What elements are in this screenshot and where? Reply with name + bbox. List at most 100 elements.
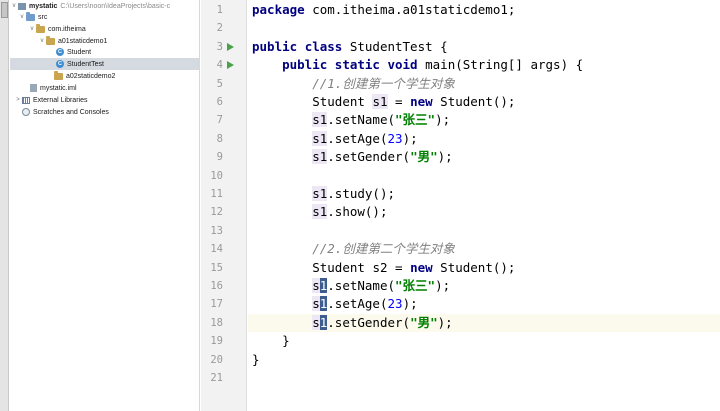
code-text: com.itheima.a01staticdemo1; xyxy=(304,2,516,17)
line-number: 10 xyxy=(210,169,223,182)
code-line[interactable]: s1.show(); xyxy=(248,203,720,221)
number-literal: 23 xyxy=(387,296,403,312)
code-line[interactable]: s1.study(); xyxy=(248,185,720,203)
keyword: class xyxy=(304,38,343,54)
variable-s1: s1 xyxy=(312,130,328,146)
editor-gutter: 1 2 3 4 5 6 7 8 9 10 11 12 13 14 15 16 17 18 19 20 21 xyxy=(201,0,247,411)
line-number: 14 xyxy=(210,243,223,256)
code-text: = xyxy=(387,259,411,275)
code-text: main(String[] args) { xyxy=(417,57,584,73)
code-line[interactable]: s1.setAge(23); xyxy=(248,295,720,313)
tree-item-studenttest[interactable]: C StudentTest xyxy=(10,58,199,70)
code-line[interactable] xyxy=(248,167,720,185)
code-line[interactable]: //1.创建第一个学生对象 xyxy=(248,75,720,93)
number-literal: 23 xyxy=(387,130,403,146)
code-line[interactable]: public static void main(String[] args) { xyxy=(248,56,720,74)
keyword: new xyxy=(410,94,433,109)
class-icon: C xyxy=(56,60,64,68)
code-line[interactable]: public class StudentTest { xyxy=(248,38,720,56)
code-text: ); xyxy=(437,149,453,165)
code-line[interactable]: Student s1 = new Student(); xyxy=(248,93,720,111)
code-editor[interactable]: package com.itheima.a01staticdemo1; publ… xyxy=(248,0,720,411)
tree-item-com-itheima[interactable]: v com.itheima xyxy=(10,23,199,35)
line-number: 17 xyxy=(210,298,223,311)
code-line[interactable] xyxy=(248,369,720,387)
code-text: Student(); xyxy=(432,259,516,275)
tree-root-label: mystatic xyxy=(29,2,58,10)
tree-root-path: C:\Users\noon\IdeaProjects\basic-c xyxy=(60,2,171,10)
string-literal: "男" xyxy=(410,314,438,330)
project-tree-panel: v mystatic C:\Users\noon\IdeaProjects\ba… xyxy=(10,0,200,411)
package-icon xyxy=(54,70,63,80)
tree-item-external-libraries[interactable]: > External Libraries xyxy=(10,94,199,106)
line-number: 3 xyxy=(216,40,223,53)
keyword: new xyxy=(410,259,433,275)
tree-item-label: src xyxy=(38,13,48,21)
code-text: ); xyxy=(435,278,451,293)
line-number: 2 xyxy=(216,22,223,35)
tree-item-label: External Libraries xyxy=(33,96,88,104)
keyword: public xyxy=(252,38,298,54)
line-number: 21 xyxy=(210,372,223,384)
code-text: .study(); xyxy=(327,186,396,201)
code-text: ); xyxy=(402,130,418,146)
code-line[interactable]: } xyxy=(248,332,720,350)
code-text: Student(); xyxy=(432,94,516,109)
keyword: public xyxy=(282,57,328,73)
tree-item-mystatic-iml[interactable]: mystatic.iml xyxy=(10,82,199,94)
tree-item-label: com.itheima xyxy=(48,25,86,33)
string-literal: "男" xyxy=(410,149,438,165)
tool-window-strip xyxy=(0,0,9,411)
tree-item-scratches[interactable]: Scratches and Consoles xyxy=(10,106,199,118)
module-icon xyxy=(18,2,26,10)
run-icon[interactable] xyxy=(227,61,234,70)
line-number: 20 xyxy=(210,353,223,366)
chevron-right-icon[interactable]: > xyxy=(14,97,22,103)
comment: //1.创建第一个学生对象 xyxy=(312,75,455,91)
package-icon xyxy=(36,23,45,33)
string-literal: "张三" xyxy=(395,112,436,128)
line-number: 11 xyxy=(210,188,223,200)
code-text: Student xyxy=(312,94,373,109)
code-line[interactable]: Student s2 = new Student(); xyxy=(248,259,720,277)
variable-s1: s1 xyxy=(312,112,328,128)
line-number: 19 xyxy=(210,335,223,348)
code-line[interactable]: package com.itheima.a01staticdemo1; xyxy=(248,1,720,19)
code-text: .setName( xyxy=(327,112,396,128)
line-number: 8 xyxy=(216,132,223,145)
code-line[interactable] xyxy=(248,19,720,37)
chevron-down-icon[interactable]: v xyxy=(28,26,36,32)
comment: //2.创建第二个学生对象 xyxy=(312,241,455,257)
code-text: } xyxy=(252,351,260,367)
code-line[interactable]: s1.setName("张三"); xyxy=(248,277,720,295)
code-text: .show(); xyxy=(327,204,388,220)
project-tool-tab[interactable] xyxy=(1,2,8,18)
tree-item-a02staticdemo2[interactable]: a02staticdemo2 xyxy=(10,70,199,82)
code-line[interactable]: //2.创建第二个学生对象 xyxy=(248,240,720,258)
variable-s-prefix: s xyxy=(312,296,320,312)
code-text: Student xyxy=(312,259,373,275)
code-line-current[interactable]: s1.setGender("男"); xyxy=(248,313,720,333)
tree-item-label: a02staticdemo2 xyxy=(66,72,116,80)
chevron-down-icon[interactable]: v xyxy=(38,38,46,44)
variable-s-prefix: s xyxy=(312,314,320,330)
chevron-down-icon[interactable]: v xyxy=(10,3,18,9)
code-line[interactable]: s1.setGender("男"); xyxy=(248,148,720,166)
line-number: 4 xyxy=(216,59,223,72)
class-icon: C xyxy=(56,48,64,56)
package-icon xyxy=(46,35,55,45)
tree-item-label: mystatic.iml xyxy=(40,84,77,92)
chevron-down-icon[interactable]: v xyxy=(18,14,26,20)
tree-item-label: StudentTest xyxy=(67,60,104,68)
scratches-icon xyxy=(22,108,30,116)
code-line[interactable]: s1.setName("张三"); xyxy=(248,111,720,129)
run-icon[interactable] xyxy=(227,42,234,51)
code-line[interactable]: } xyxy=(248,351,720,369)
code-line[interactable] xyxy=(248,222,720,240)
code-line[interactable]: s1.setAge(23); xyxy=(248,130,720,148)
keyword: static xyxy=(334,57,380,73)
tree-item-src[interactable]: v src xyxy=(10,11,199,23)
line-number: 16 xyxy=(210,280,223,292)
code-text: ); xyxy=(435,112,451,128)
tree-item-student[interactable]: C Student xyxy=(10,46,199,58)
